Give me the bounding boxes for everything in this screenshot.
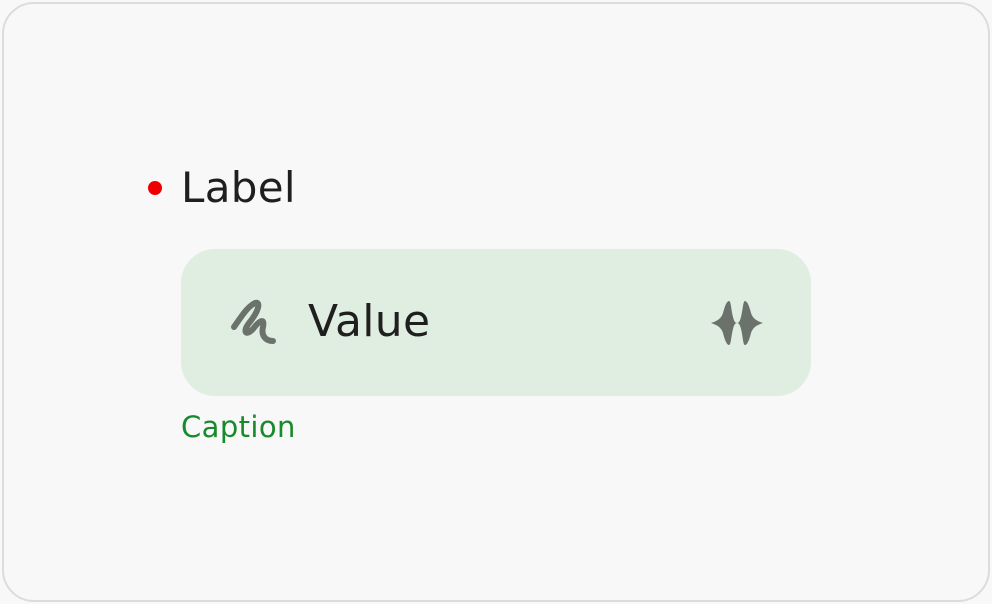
field-label-row: Label [148,162,296,214]
field-caption: Caption [181,410,296,444]
voice-waveform-icon[interactable] [709,295,765,351]
field-value[interactable]: Value [308,295,430,349]
handwriting-squiggle-icon[interactable] [229,297,281,349]
text-field[interactable]: Value [181,249,811,396]
field-label: Label [181,163,296,212]
required-indicator [148,181,162,195]
